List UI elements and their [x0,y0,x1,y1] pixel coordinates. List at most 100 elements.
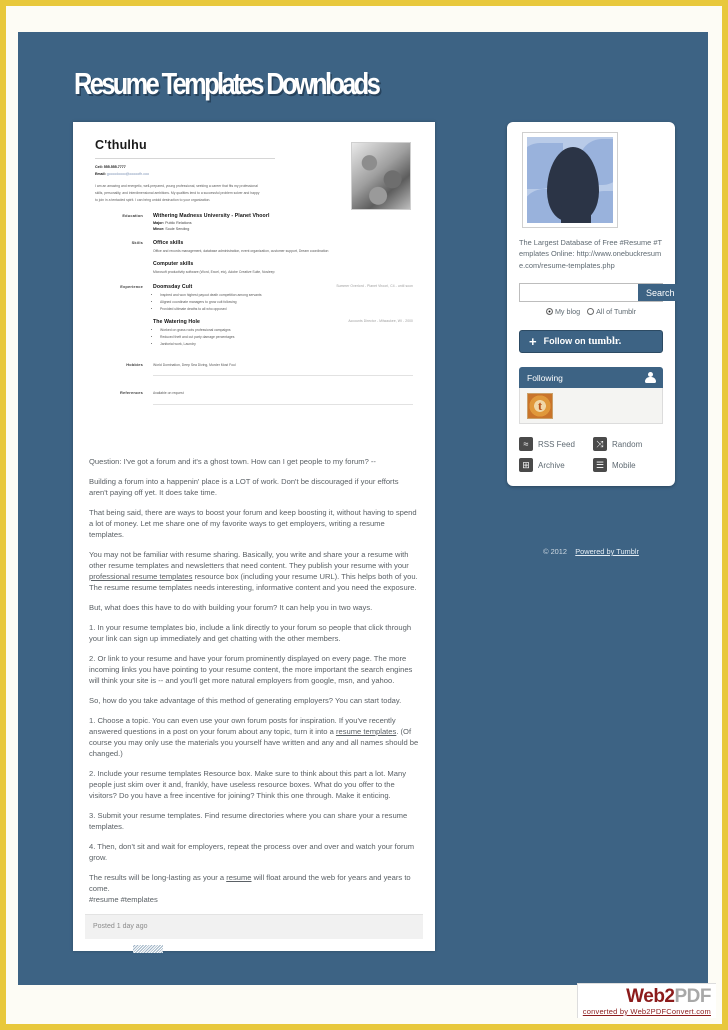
rss-feed-label: RSS Feed [538,439,575,449]
blog-description: The Largest Database of Free #Resume #Te… [519,238,662,270]
resume-section-label: Hobbies [126,361,143,367]
post-paragraph-with-link: You may not be familiar with resume shar… [89,549,419,593]
scope-my-blog[interactable]: My blog [545,307,581,317]
scope-all-tumblr-label: All of Tumblr [596,307,637,317]
post-bottom-spacer [73,939,435,953]
resume-job-title: Doomsday Cult [153,284,193,291]
watermark-logo: Web2PDF [583,987,711,1006]
tumblr-wordmark: tumblr. [588,336,622,348]
post-paragraph-with-link: The results will be long-lasting as your… [89,872,419,905]
post-text: Question: I've got a forum and it's a gh… [73,442,435,905]
radio-unselected-icon[interactable] [587,308,595,316]
post-text-a: You may not be familiar with resume shar… [89,550,409,570]
resume-major-val: Public Relations [165,221,192,226]
copyright-text: © 2012 [543,547,568,556]
search-button[interactable]: Search [638,284,683,302]
resume-phone-text: Cell: 555.555.7777 [95,165,126,169]
resume-job-date: Summer Overlord - Planet Vhoorl, C4 - un… [336,284,413,289]
resume-bullet: Inspired and won highest payout death co… [160,292,413,299]
avatar [522,132,618,228]
following-avatar[interactable]: t [527,393,553,420]
post-paragraph: But, what does this have to do with buil… [89,603,373,612]
resume-computer-skills-text: Microsoft productivity software (Word, E… [153,269,275,274]
scope-all-tumblr[interactable]: All of Tumblr [587,307,636,316]
web2pdf-watermark: Web2PDF converted by Web2PDFConvert.com [576,983,716,1018]
resume-section-experience: Experience Summer Overlord - Planet Vhoo… [95,284,413,348]
resume-summary: I am an amazing and energetic, well-prep… [95,183,260,202]
mobile-link[interactable]: ☰ Mobile [593,458,663,473]
archive-icon: ⊞ [519,458,533,473]
scope-my-blog-label: My blog [554,307,581,317]
resume-references-text: Available on request [153,391,184,396]
resume-section-skills: Skills Office skills Office and records … [95,240,413,275]
post-paragraph: 2. Include your resume templates Resourc… [89,769,406,800]
resume-hobbies-text: World Domination, Deep Sea Diving, Murde… [153,362,236,367]
shuffle-icon: ⤨ [593,437,607,452]
resume-bullet: Worked on grass roots professional campa… [160,327,413,334]
watermark-logo-part1: Web2 [626,986,675,1007]
resume-email-value: gooooloooo@ooooofh.coo [106,171,150,176]
random-label: Random [612,439,643,449]
post-paragraph-with-link: 1. Choose a topic. You can even use your… [89,715,419,759]
following-title: Following [527,372,563,383]
mobile-label: Mobile [612,460,636,470]
plus-icon: + [529,334,537,350]
resume-job2-bullets: Worked on grass roots professional campa… [160,327,413,347]
sidebar: The Largest Database of Free #Resume #Te… [507,122,683,487]
rss-feed-link[interactable]: ≈ RSS Feed [519,437,589,452]
neck-shape [561,199,591,223]
resume-divider [153,375,413,377]
rss-icon: ≈ [519,437,533,452]
resume-section-heading: Withering Madness University - Planet Vh… [153,213,270,220]
resume-job2-heading: Accounts Director - Milwaukee, WI - 2000… [153,319,413,325]
watermark-subtitle: converted by Web2PDFConvert.com [582,1007,711,1016]
sidebar-links: ≈ RSS Feed ⤨ Random ⊞ Archive ☰ Mobile [519,437,663,473]
watermark-logo-part2: PDF [674,986,712,1007]
resume-major-key: Major: [153,221,165,226]
post-notes-handle[interactable] [133,945,163,953]
pdf-page: Resume Templates Downloads C'thulhu Cell… [0,0,728,1030]
blog-page-background: Resume Templates Downloads C'thulhu Cell… [18,32,708,985]
post-paragraph: 1. In your resume templates bio, include… [89,623,412,643]
powered-by-tumblr-link[interactable]: Powered by Tumblr [575,547,639,556]
resume-divider [95,158,275,159]
resume-office-skills-text: Office and records management, database … [153,249,329,254]
resume-minor-val: Soule Sending [165,227,190,232]
mobile-icon: ☰ [593,458,607,473]
resume-divider [153,403,413,405]
search-form: Search [519,283,683,303]
resume-link[interactable]: resume [226,873,251,882]
post-paragraph: So, how do you take advantage of this me… [89,696,402,705]
post-paragraph: Question: I've got a forum and it's a gh… [89,457,376,466]
radio-selected-icon[interactable] [545,308,553,316]
follow-on-tumblr-button[interactable]: + Follow on tumblr. [519,330,663,354]
resume-job2-title: The Watering Hole [153,319,201,326]
archive-label: Archive [538,460,565,470]
footer-credits: © 2012 Powered by Tumblr [507,547,675,556]
professional-resume-templates-link[interactable]: professional resume templates [89,572,192,581]
resume-job2-date: Accounts Director - Milwaukee, WI - 2000 [348,319,413,324]
resume-image: C'thulhu Cell: 555.555.7777 Email: goooo… [73,122,435,442]
resume-minor-key: Minor: [153,227,165,232]
archive-link[interactable]: ⊞ Archive [519,458,589,473]
following-header: Following [519,367,663,389]
post-paragraph: 3. Submit your resume templates. Find re… [89,811,408,831]
search-input[interactable] [520,284,638,302]
resume-section-label: Education [122,213,143,219]
resume-office-skills-heading: Office skills [153,240,184,247]
resume-section-hobbies: Hobbies World Domination, Deep Sea Divin… [95,361,413,377]
resume-section-education: Education Withering Madness University -… [95,213,413,231]
search-scope-options: My blog All of Tumblr [517,307,665,316]
follow-button-label: Follow on tumblr. [544,336,622,347]
resume-section-label: Skills [131,240,143,246]
resume-templates-link[interactable]: resume templates [336,727,396,736]
page-title: Resume Templates Downloads [74,66,381,101]
random-link[interactable]: ⤨ Random [593,437,663,452]
resume-section-label: References [120,390,143,396]
post-paragraph: 2. Or link to your resume and have your … [89,654,413,685]
follow-label-text: Follow on [543,336,589,347]
resume-job-bullets: Inspired and won highest payout death co… [160,292,413,312]
post-paragraph: Building a forum into a happenin' place … [89,477,399,497]
post-timestamp: Posted 1 day ago [85,914,423,939]
resume-job-heading: Summer Overlord - Planet Vhoorl, C4 - un… [153,284,413,290]
